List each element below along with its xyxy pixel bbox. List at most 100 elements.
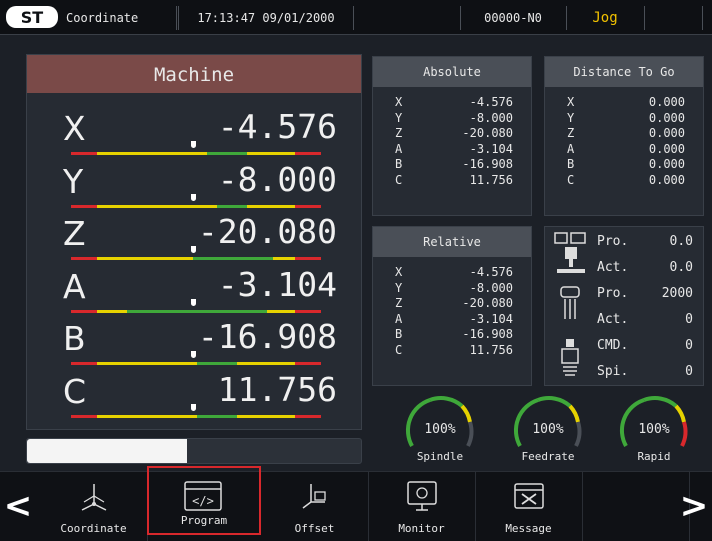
bottom-nav-bar: < Coordinate </> Program Offset Monitor <box>0 466 712 541</box>
gauge-percent: 100% <box>532 422 564 437</box>
datetime: 17:13:47 09/01/2000 <box>178 6 354 30</box>
gauge-label: Feedrate <box>521 450 575 463</box>
nav-message-button[interactable]: Message <box>475 472 583 541</box>
axis-limit-bar <box>71 257 321 260</box>
monitor-icon <box>407 481 437 511</box>
axis-label: Y <box>395 110 403 125</box>
axis-label: X <box>567 95 575 109</box>
axis-value: -4.576 <box>469 265 513 279</box>
axis-row: X -4.576 <box>373 265 531 280</box>
axis-value: 11.756 <box>217 369 337 409</box>
axis-letter: A <box>63 266 86 306</box>
axis-value: -8.000 <box>217 159 337 199</box>
override-gauge[interactable]: 100% Feedrate <box>508 394 588 468</box>
offset-icon <box>302 484 326 509</box>
status-value: 0 <box>685 338 693 353</box>
distance-to-go-panel: Distance To Go X 0.000 Y 0.000 Z 0.000 A 0.000 B… <box>544 56 704 216</box>
status-label: CMD. <box>597 338 629 353</box>
override-gauge[interactable]: 100% Rapid <box>614 394 694 468</box>
axis-value: 0.000 <box>648 110 685 125</box>
override-gauge[interactable]: 100% Spindle <box>400 394 480 468</box>
svg-text:</>: </> <box>192 494 214 508</box>
machine-axis-row: A -3.104 <box>27 263 361 315</box>
position-marker <box>191 351 196 358</box>
axis-value: -16.908 <box>462 327 513 341</box>
status-label: Pro. <box>597 286 629 301</box>
axis-label: A <box>567 141 575 156</box>
axis-label: C <box>567 172 575 187</box>
axis-row: X 0.000 <box>545 95 703 110</box>
axis-letter: B <box>63 319 86 358</box>
nav-program-button[interactable]: </> Program <box>147 466 261 535</box>
status-row: Pro. 2000 <box>545 281 703 307</box>
absolute-title: Absolute <box>373 57 531 87</box>
axis-label: C <box>395 172 403 187</box>
axis-value: -20.080 <box>197 212 337 251</box>
position-marker <box>191 246 196 253</box>
machine-axis-row: B -16.908 <box>27 315 361 367</box>
empty-cell <box>644 6 703 30</box>
message-icon <box>514 483 544 509</box>
status-value: 0.0 <box>669 234 693 249</box>
nav-label: Monitor <box>398 522 445 535</box>
progress-bar <box>26 438 362 464</box>
axis-limit-bar <box>71 309 321 313</box>
axis-limit-bar <box>71 414 321 418</box>
nav-monitor-button[interactable]: Monitor <box>368 472 476 541</box>
axis-row: C 11.756 <box>373 343 531 358</box>
axis-value: -3.104 <box>469 141 513 156</box>
axis-row: C 11.756 <box>373 173 531 188</box>
empty-cell <box>352 6 461 30</box>
axis-letter: X <box>63 109 86 148</box>
axis-label: Z <box>395 296 403 310</box>
axis-value: -8.000 <box>469 110 513 125</box>
nav-offset-button[interactable]: Offset <box>261 472 369 541</box>
axis-row: B 0.000 <box>545 157 703 172</box>
top-status-bar: ST Coordinate 17:13:47 09/01/2000 00000-… <box>0 0 712 35</box>
axis-value: -3.104 <box>469 311 513 326</box>
status-row: Act. 0.0 <box>545 255 703 281</box>
program-number: 00000-N0 <box>460 6 567 30</box>
status-panel: Pro. 0.0 Act. 0.0 Pro. 2000 Act. 0 CMD. 0 Spi. 0 <box>544 226 704 386</box>
status-value: 2000 <box>661 286 693 301</box>
status-value: 0.0 <box>669 260 693 275</box>
nav-next-button[interactable]: > <box>676 472 712 541</box>
position-marker <box>191 141 196 148</box>
axis-value: -3.104 <box>217 264 337 304</box>
axis-label: Z <box>567 126 575 140</box>
position-marker <box>191 403 196 411</box>
axis-row: X -4.576 <box>373 95 531 110</box>
relative-title: Relative <box>373 227 531 257</box>
axis-label: B <box>395 157 403 171</box>
machine-axis-row: C 11.756 <box>27 368 361 420</box>
nav-label: Program <box>180 514 228 527</box>
svg-text:ST: ST <box>21 8 44 27</box>
axis-row: Z -20.080 <box>373 296 531 311</box>
gauge-percent: 100% <box>638 422 670 437</box>
axis-value: -16.908 <box>462 157 513 171</box>
gauge-label: Spindle <box>416 450 464 463</box>
status-row: Spi. 0 <box>545 359 703 385</box>
axis-value: 0.000 <box>648 172 685 187</box>
axis-row: Y -8.000 <box>373 281 531 296</box>
nav-empty-slot <box>582 472 690 541</box>
mode-indicator: Jog <box>566 6 645 30</box>
machine-panel: Machine X -4.576 Y -8.000 Z -20.080 A -3.104 B -1… <box>26 54 362 430</box>
nav-label: Message <box>505 522 552 535</box>
axis-label: X <box>395 265 403 279</box>
position-marker <box>191 193 196 201</box>
machine-title: Machine <box>27 55 361 93</box>
axis-label: B <box>567 157 575 171</box>
axis-limit-bar <box>71 152 321 155</box>
nav-coordinate-button[interactable]: Coordinate <box>40 472 148 541</box>
axis-row: Z 0.000 <box>545 126 703 141</box>
axis-row: Y 0.000 <box>545 111 703 126</box>
axis-value: -8.000 <box>469 280 513 295</box>
axis-label: Y <box>395 280 403 295</box>
nav-label: Coordinate <box>60 522 127 535</box>
status-value: 0 <box>685 312 693 327</box>
axis-value: 11.756 <box>469 342 513 357</box>
nav-prev-button[interactable]: < <box>0 472 36 541</box>
axis-label: Y <box>567 110 575 125</box>
status-label: Pro. <box>597 234 629 249</box>
